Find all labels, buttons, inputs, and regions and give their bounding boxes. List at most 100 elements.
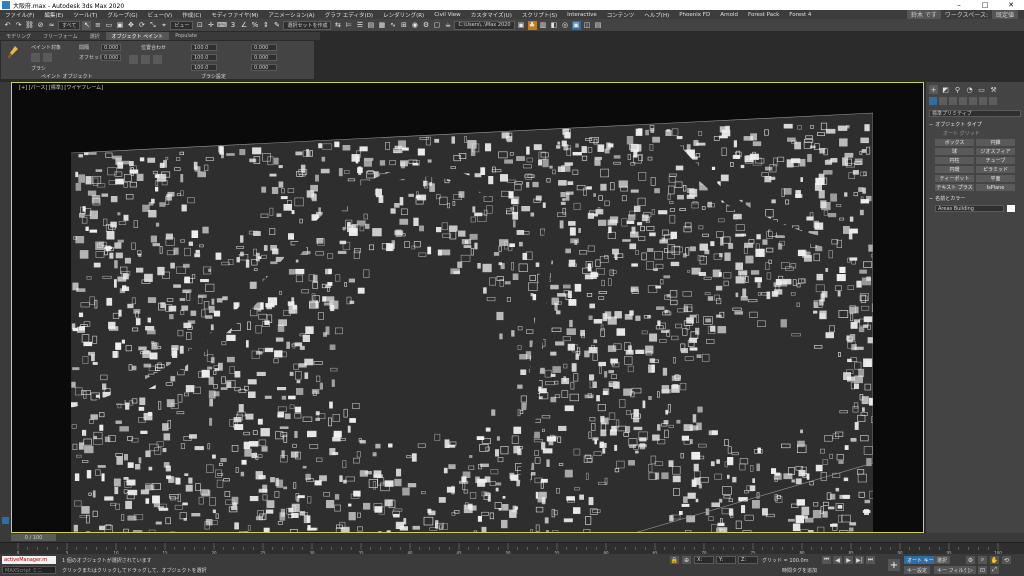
- script-listener-field[interactable]: activeManager.m: [2, 556, 56, 564]
- menu-forest-pack[interactable]: Forest Pack: [743, 12, 784, 18]
- time-slider[interactable]: 0 / 100: [11, 534, 56, 541]
- minimize-button[interactable]: –: [946, 0, 972, 10]
- z-coord-field[interactable]: Z:: [738, 556, 758, 564]
- snap-toggle-icon[interactable]: 3: [228, 21, 237, 30]
- pyramid-button[interactable]: ピラミッド: [976, 166, 1015, 173]
- align-up-icon[interactable]: [141, 55, 150, 64]
- curve-editor-icon[interactable]: ∿: [388, 21, 397, 30]
- zoom-extents-icon[interactable]: ⊡: [978, 566, 987, 574]
- menu-interactive[interactable]: Interactive: [562, 12, 602, 18]
- menu-content[interactable]: コンテンツ: [602, 11, 640, 19]
- absolute-mode-icon[interactable]: ⊕: [682, 556, 691, 564]
- bind-spacewarp-icon[interactable]: ≈: [47, 21, 56, 30]
- shapes-icon[interactable]: [939, 97, 947, 105]
- auto-key-button[interactable]: オート キー: [904, 556, 937, 564]
- paint-brush-icon[interactable]: [7, 45, 19, 61]
- named-selection-set-dropdown[interactable]: 選択セットを作成: [283, 20, 332, 30]
- scale-icon[interactable]: ⤡: [148, 21, 157, 30]
- selected-dropdown[interactable]: 選択: [934, 556, 951, 564]
- schematic-view-icon[interactable]: ⊞: [399, 21, 408, 30]
- unlink-icon[interactable]: ⊘: [36, 21, 45, 30]
- keyboard-shortcut-icon[interactable]: ⌨: [217, 21, 227, 30]
- display-tab-icon[interactable]: ▭: [977, 85, 986, 94]
- spacing-field[interactable]: 0.000: [101, 44, 121, 51]
- systems-icon[interactable]: [989, 97, 997, 105]
- goto-end-icon[interactable]: ⏭: [866, 556, 875, 564]
- menu-civil-view[interactable]: Civil View: [429, 12, 465, 18]
- rect-region-icon[interactable]: ▭: [104, 21, 113, 30]
- align-icon[interactable]: ⊨: [344, 21, 353, 30]
- spacewarps-icon[interactable]: [979, 97, 987, 105]
- menu-file[interactable]: ファイル(F): [0, 11, 39, 19]
- lock-selection-icon[interactable]: 🔒: [670, 556, 679, 564]
- plugin-icon[interactable]: ▣: [571, 20, 581, 30]
- menu-rendering[interactable]: レンダリング(R): [378, 11, 429, 19]
- prev-frame-icon[interactable]: ◀: [833, 556, 842, 564]
- select-manipulate-icon[interactable]: ✛: [206, 21, 215, 30]
- render-setup-icon[interactable]: ⚙: [421, 21, 430, 30]
- menu-graph-editors[interactable]: グラフ エディタ(D): [320, 11, 378, 19]
- scale-y-field[interactable]: 100.0: [191, 54, 217, 61]
- toggle-scene-explorer-icon[interactable]: ▤: [366, 21, 375, 30]
- cameras-icon[interactable]: [959, 97, 967, 105]
- reference-coord-dropdown[interactable]: ビュー: [170, 20, 194, 30]
- undo-icon[interactable]: ↶: [3, 21, 12, 30]
- offset-field[interactable]: 0.000: [101, 54, 121, 61]
- menu-edit[interactable]: 編集(E): [39, 11, 68, 19]
- menu-create[interactable]: 作成(C): [177, 11, 206, 19]
- track-bar[interactable]: 0 5 10 15 20 25 30 35 40 45 50 55 60 65 70 75 80 85 90 95 10…: [0, 542, 1024, 555]
- geosphere-button[interactable]: ジオスフィア: [976, 148, 1015, 155]
- select-by-name-icon[interactable]: ≡: [93, 21, 102, 30]
- textplus-button[interactable]: テキスト プラス: [935, 184, 974, 191]
- railclone-icon[interactable]: ▥: [539, 21, 548, 30]
- perspective-viewport[interactable]: [+] [パース] [標準] [ワイヤフレーム]: [11, 82, 924, 533]
- scale-x-field[interactable]: 100.0: [191, 44, 217, 51]
- rendered-frame-window-icon[interactable]: ▢: [432, 21, 441, 30]
- cone-button[interactable]: 円錐: [976, 139, 1015, 146]
- play-icon[interactable]: ▶: [844, 556, 853, 564]
- lights-icon[interactable]: [949, 97, 957, 105]
- menu-animation[interactable]: アニメーション(A): [263, 11, 319, 19]
- add-time-tag[interactable]: 時間タグを追加: [780, 566, 819, 574]
- forest-pack-icon[interactable]: ♣: [527, 20, 537, 30]
- menu-forest4[interactable]: Forest 4: [784, 12, 816, 18]
- workspace-dropdown[interactable]: 既定値: [991, 10, 1018, 19]
- align-random-icon[interactable]: [153, 55, 162, 64]
- move-icon[interactable]: ✥: [126, 21, 135, 30]
- percent-snap-icon[interactable]: %: [250, 21, 259, 30]
- menu-arnold[interactable]: Arnold: [715, 12, 743, 18]
- menu-tools[interactable]: ツール(T): [68, 11, 102, 19]
- object-color-swatch[interactable]: [1007, 205, 1015, 212]
- goto-start-icon[interactable]: ⏮: [822, 556, 831, 564]
- ribbon-tab-populate[interactable]: Populate: [169, 32, 203, 40]
- ribbon-tab-selection[interactable]: 選択: [84, 32, 106, 40]
- hierarchy-tab-icon[interactable]: ⚲: [953, 85, 962, 94]
- helpers-icon[interactable]: [969, 97, 977, 105]
- ribbon-tab-freeform[interactable]: フリーフォーム: [37, 32, 84, 40]
- set-key-button[interactable]: キー設定: [904, 566, 931, 574]
- ribbon-tab-modeling[interactable]: モデリング: [0, 32, 37, 40]
- zoom-icon[interactable]: ⌕: [978, 556, 987, 564]
- angle-snap-icon[interactable]: ∠: [239, 21, 248, 30]
- vray-frame-buffer-icon[interactable]: ◧: [550, 21, 559, 30]
- viewport-layout-tab[interactable]: [2, 517, 9, 524]
- ribbon-tab-object-paint[interactable]: オブジェクト ペイント: [105, 32, 170, 40]
- align-normal-icon[interactable]: [129, 55, 138, 64]
- viewport-toggle-icon[interactable]: ◫: [583, 21, 592, 30]
- tube-button[interactable]: チューブ: [976, 157, 1015, 164]
- autogrid-checkbox[interactable]: オート グリッド: [929, 130, 1021, 137]
- y-coord-field[interactable]: Y:: [716, 556, 736, 564]
- orbit-icon[interactable]: ⟲: [1002, 556, 1011, 564]
- name-color-rollout-header[interactable]: − 名前とカラー: [929, 195, 1021, 203]
- menu-modifiers[interactable]: モディファイヤ(M): [206, 11, 263, 19]
- menu-phoenix[interactable]: Phoenix FD: [674, 12, 715, 18]
- plane-button[interactable]: 平面: [976, 175, 1015, 182]
- cylinder-button[interactable]: 円柱: [935, 157, 974, 164]
- link-icon[interactable]: ⛓: [25, 21, 34, 30]
- material-editor-icon[interactable]: ◉: [410, 21, 419, 30]
- render-icon[interactable]: ☕: [443, 21, 452, 30]
- pivot-icon[interactable]: ⊡: [195, 21, 204, 30]
- redo-icon[interactable]: ↷: [14, 21, 23, 30]
- scale-z-field[interactable]: 100.0: [191, 64, 217, 71]
- menu-customize[interactable]: カスタマイズ(U): [466, 11, 517, 19]
